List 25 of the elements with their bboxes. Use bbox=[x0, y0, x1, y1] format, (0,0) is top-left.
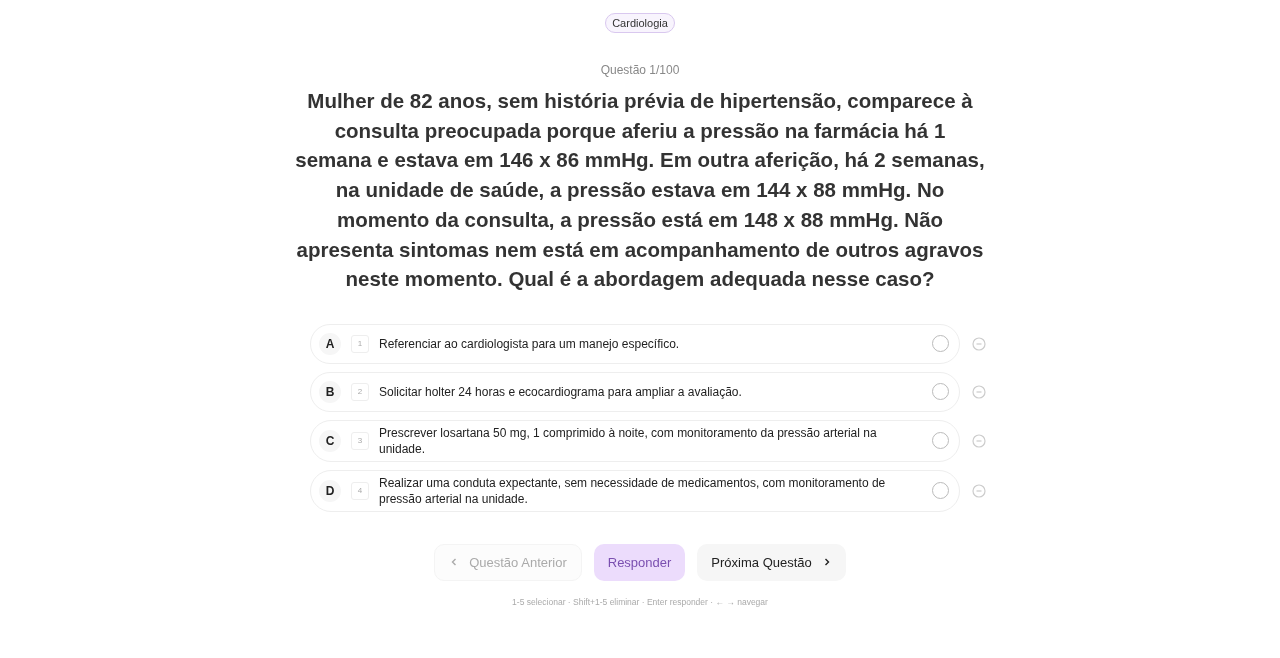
shortcut-key: 4 bbox=[351, 481, 369, 500]
option-text: Prescrever losartana 50 mg, 1 comprimido à noite, com monitoramento da pressão arterial na unidade. bbox=[379, 424, 878, 457]
option-letter: C bbox=[319, 429, 341, 452]
option-text: Solicitar holter 24 horas e ecocardiograma para ampliar a avaliação. bbox=[379, 383, 743, 400]
answer-option[interactable]: B 2 Solicitar holter 24 horas e ecocardiograma para ampliar a avaliação. bbox=[310, 371, 960, 412]
shortcut-key: 1 bbox=[351, 334, 369, 353]
option-letter: D bbox=[319, 479, 341, 502]
keyboard-shortcuts-hint: 1-5 selecionar · Shift+1-5 eliminar · Enter responder · ← → navegar bbox=[512, 596, 768, 607]
answer-option[interactable]: C 3 Prescrever losartana 50 mg, 1 comprimido à noite, com monitoramento da pressão arterial na unidade. bbox=[310, 419, 960, 462]
answer-option[interactable]: A 1 Referenciar ao cardiologista para um manejo específico. bbox=[310, 323, 960, 364]
category-tag: Cardiologia bbox=[605, 13, 675, 33]
next-question-button[interactable]: Próxima Questão bbox=[697, 543, 846, 581]
eliminate-icon[interactable] bbox=[972, 384, 986, 399]
option-text: Referenciar ao cardiologista para um manejo específico. bbox=[379, 335, 681, 352]
question-counter: Questão 1/100 bbox=[600, 63, 680, 77]
option-text: Realizar uma conduta expectante, sem necessidade de medicamentos, com monitoramento de pressão arterial na unidade. bbox=[379, 474, 887, 507]
option-letter: A bbox=[319, 332, 341, 355]
question-text: Mulher de 82 anos, sem história prévia de hipertensão, comparece à consulta preocupada porque aferiu a pressão na farmácia há 1 semana e estava em 146 x 86 mmHg. Em outra aferição, há 2 semanas, na unidade de saúde, a pressão estava em 144 x 88 mmHg. No momento da consulta, a pressão está em 148 x 88 mmHg. Não apresenta sintomas nem está em acompanhamento de outros agravos neste momento. Qual é a abordagem adequada nesse caso? bbox=[295, 88, 985, 293]
answer-option[interactable]: D 4 Realizar uma conduta expectante, sem necessidade de medicamentos, com monitoramento de pressão arterial na unidade. bbox=[310, 469, 960, 512]
shortcut-key: 3 bbox=[351, 431, 369, 450]
eliminate-icon[interactable] bbox=[972, 336, 986, 351]
option-letter: B bbox=[319, 380, 341, 403]
eliminate-icon[interactable] bbox=[972, 483, 986, 498]
shortcut-key: 2 bbox=[351, 382, 369, 401]
eliminate-icon[interactable] bbox=[972, 433, 986, 448]
